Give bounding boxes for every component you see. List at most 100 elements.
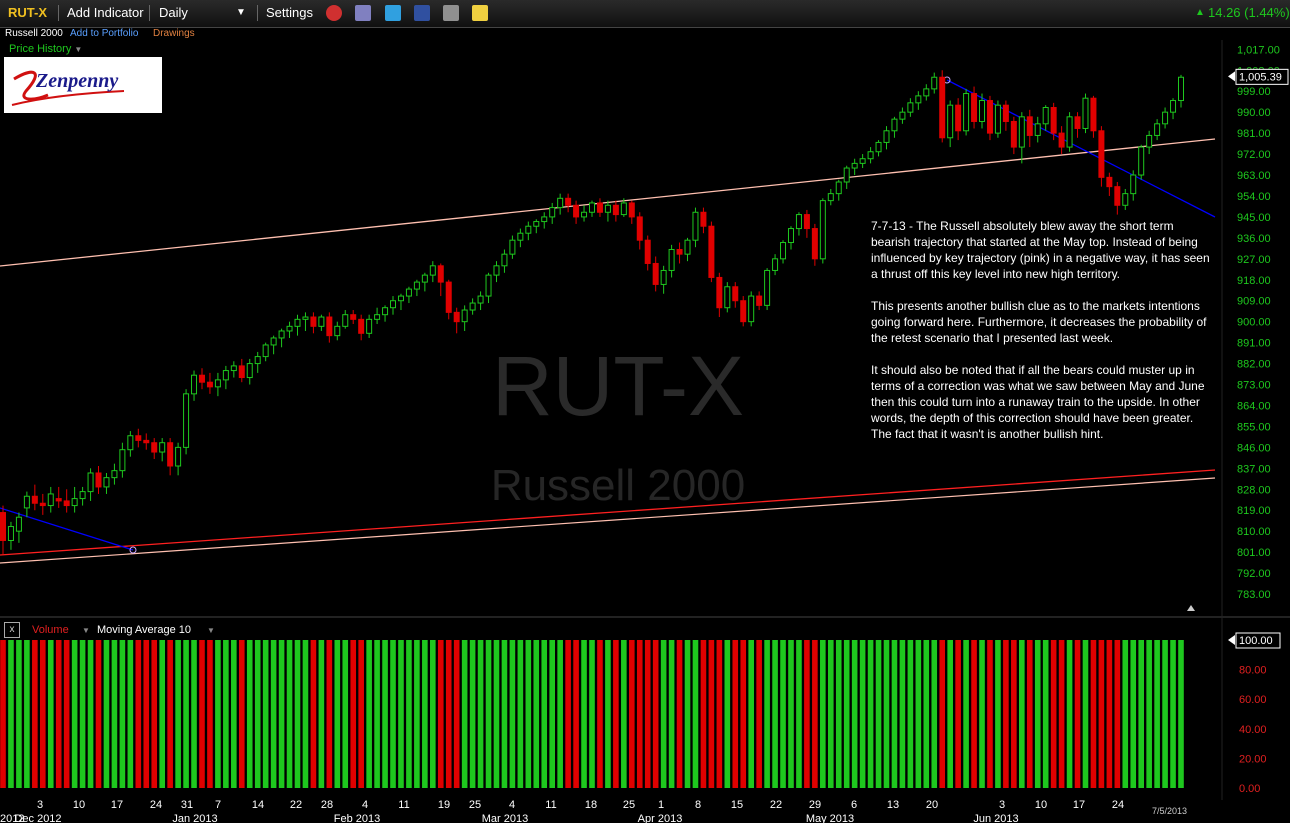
candle[interactable] xyxy=(230,361,237,378)
candle[interactable] xyxy=(405,286,412,304)
candle[interactable] xyxy=(1074,112,1081,138)
candle[interactable] xyxy=(183,389,190,455)
candle[interactable] xyxy=(262,342,269,362)
candle[interactable] xyxy=(437,263,444,297)
candle[interactable] xyxy=(827,188,834,206)
collapse-up-icon[interactable] xyxy=(1187,605,1195,611)
candle[interactable] xyxy=(143,433,150,450)
candle[interactable] xyxy=(1138,144,1145,180)
candle[interactable] xyxy=(0,505,6,555)
candle[interactable] xyxy=(413,279,420,297)
candle[interactable] xyxy=(350,310,357,324)
candle[interactable] xyxy=(1106,172,1113,196)
candle[interactable] xyxy=(835,179,842,201)
candle[interactable] xyxy=(198,368,205,390)
candle[interactable] xyxy=(1018,112,1025,164)
candle[interactable] xyxy=(939,70,946,143)
candle[interactable] xyxy=(79,486,86,506)
candle[interactable] xyxy=(565,193,572,213)
candle[interactable] xyxy=(875,140,882,157)
candle[interactable] xyxy=(493,261,500,283)
candle[interactable] xyxy=(206,372,213,394)
drawings-link[interactable]: Drawings xyxy=(153,28,195,39)
candle[interactable] xyxy=(1090,95,1097,138)
candle[interactable] xyxy=(509,235,516,259)
candle[interactable] xyxy=(39,493,46,515)
candle[interactable] xyxy=(851,158,858,176)
candle[interactable] xyxy=(159,438,166,462)
chevron-down-icon[interactable]: ▼ xyxy=(207,626,215,635)
alarm-icon[interactable] xyxy=(326,5,342,21)
candle[interactable] xyxy=(453,307,460,334)
candle[interactable] xyxy=(915,91,922,110)
candle[interactable] xyxy=(764,268,771,311)
candle[interactable] xyxy=(294,314,301,336)
candle[interactable] xyxy=(127,431,134,457)
candle[interactable] xyxy=(533,219,540,234)
candle[interactable] xyxy=(708,221,715,283)
candle[interactable] xyxy=(63,489,70,513)
candle[interactable] xyxy=(1122,188,1129,210)
candle[interactable] xyxy=(358,314,365,341)
candle[interactable] xyxy=(963,88,970,136)
candle[interactable] xyxy=(214,372,221,397)
candle[interactable] xyxy=(302,312,309,331)
candle[interactable] xyxy=(549,202,556,224)
candle[interactable] xyxy=(47,486,54,513)
candle[interactable] xyxy=(1042,105,1049,131)
candle[interactable] xyxy=(955,98,962,141)
candle[interactable] xyxy=(636,212,643,250)
candle[interactable] xyxy=(374,307,381,324)
candle[interactable] xyxy=(716,272,723,318)
candle[interactable] xyxy=(803,209,810,238)
candle[interactable] xyxy=(151,438,158,460)
candle[interactable] xyxy=(485,272,492,304)
candle[interactable] xyxy=(899,107,906,124)
candle[interactable] xyxy=(429,261,436,283)
candle[interactable] xyxy=(310,312,317,334)
candle[interactable] xyxy=(501,249,508,273)
candle[interactable] xyxy=(445,279,452,320)
candle[interactable] xyxy=(931,72,938,94)
candle[interactable] xyxy=(581,205,588,222)
moving-average-label[interactable]: Moving Average 10 xyxy=(97,624,191,636)
candle[interactable] xyxy=(318,314,325,331)
candle[interactable] xyxy=(397,293,404,311)
candle[interactable] xyxy=(1034,116,1041,143)
candle[interactable] xyxy=(891,116,898,138)
candle[interactable] xyxy=(628,200,635,224)
candle[interactable] xyxy=(596,198,603,217)
candle[interactable] xyxy=(692,207,699,248)
candle[interactable] xyxy=(238,358,245,383)
candle[interactable] xyxy=(525,221,532,241)
candle[interactable] xyxy=(1082,93,1089,134)
candle[interactable] xyxy=(780,240,787,264)
candle[interactable] xyxy=(604,200,611,222)
candle[interactable] xyxy=(748,291,755,327)
candle[interactable] xyxy=(859,154,866,169)
candle[interactable] xyxy=(1114,182,1121,215)
settings-button[interactable]: Settings xyxy=(266,5,313,20)
candle[interactable] xyxy=(31,484,38,511)
candle[interactable] xyxy=(461,305,468,331)
candle[interactable] xyxy=(684,237,691,262)
candle[interactable] xyxy=(1010,116,1017,155)
candle[interactable] xyxy=(270,335,277,355)
candle[interactable] xyxy=(1154,119,1161,141)
candle[interactable] xyxy=(1026,109,1033,148)
candle[interactable] xyxy=(390,296,397,315)
candle[interactable] xyxy=(740,296,747,327)
twitter-icon[interactable] xyxy=(385,5,401,21)
close-icon[interactable]: x xyxy=(4,622,20,638)
candle[interactable] xyxy=(103,472,110,494)
candle[interactable] xyxy=(1066,112,1073,152)
candle[interactable] xyxy=(923,84,930,101)
candle[interactable] xyxy=(55,486,62,508)
candle[interactable] xyxy=(119,442,126,478)
candle[interactable] xyxy=(787,226,794,250)
interval-select[interactable]: Daily xyxy=(159,5,188,20)
interval-dropdown-icon[interactable]: ▼ xyxy=(236,7,246,18)
candle[interactable] xyxy=(326,312,333,343)
candle[interactable] xyxy=(382,305,389,322)
candle[interactable] xyxy=(334,321,341,341)
